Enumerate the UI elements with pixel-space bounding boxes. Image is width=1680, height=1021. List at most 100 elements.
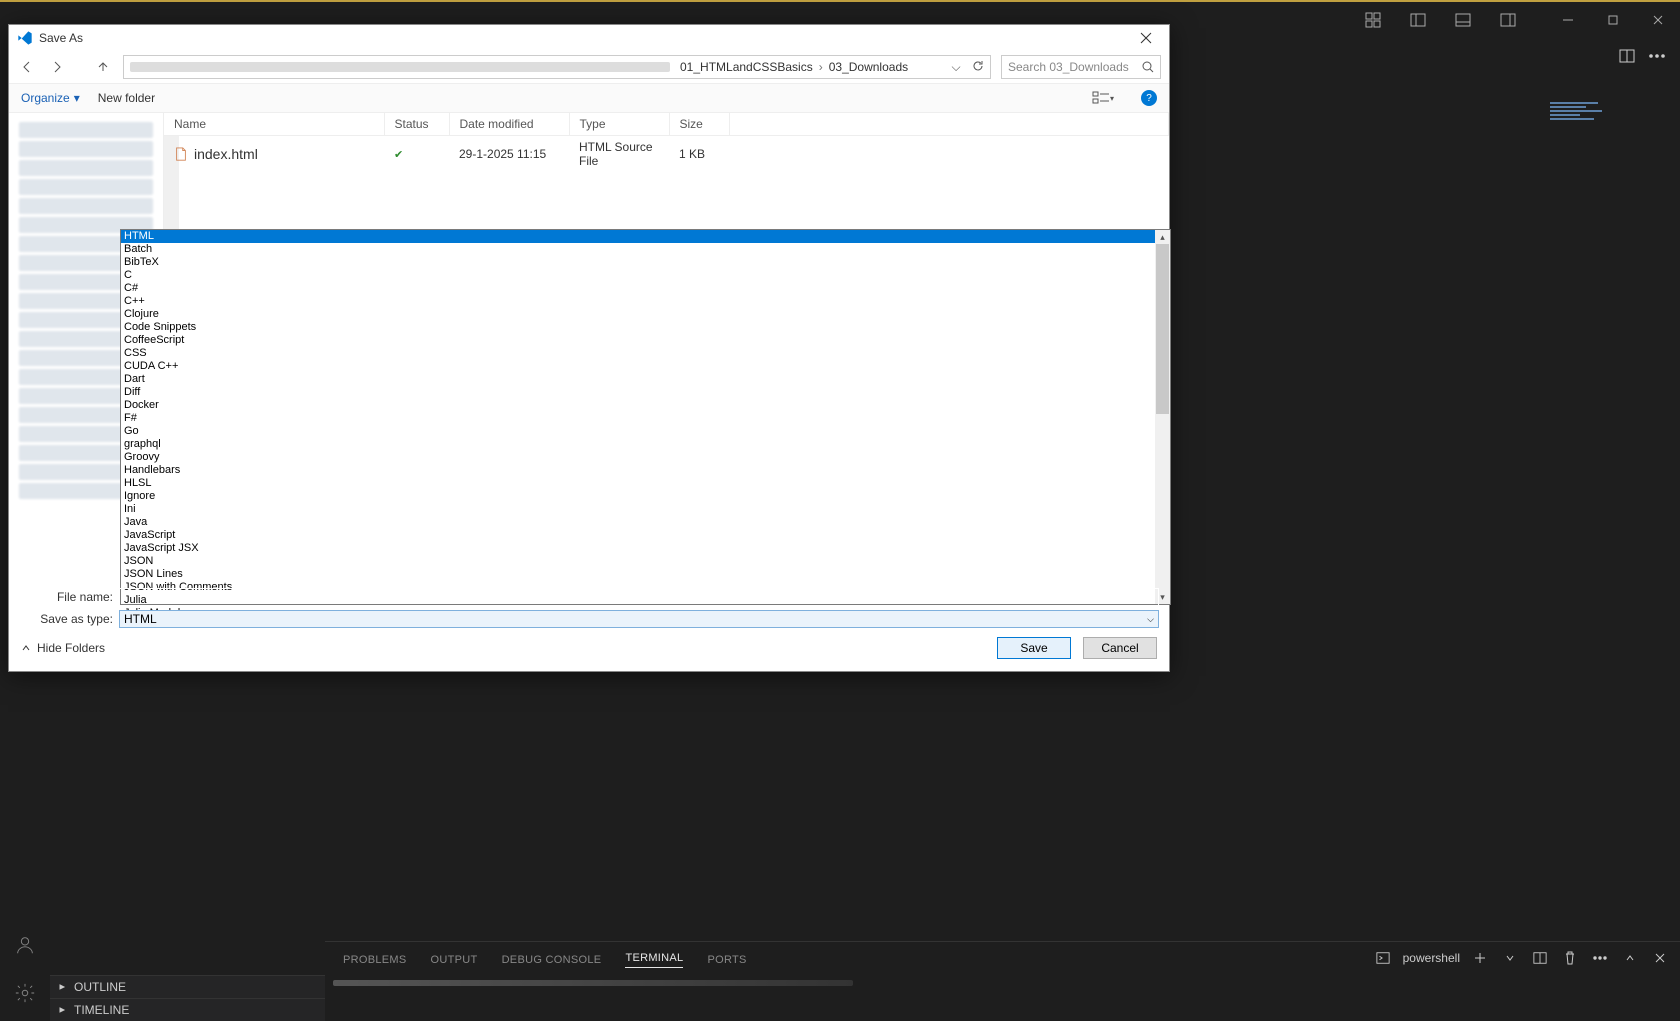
maximize-panel-icon[interactable] xyxy=(1620,948,1640,968)
view-options-icon[interactable]: ▾ xyxy=(1091,88,1115,108)
bottom-panel: PROBLEMS OUTPUT DEBUG CONSOLE TERMINAL P… xyxy=(325,941,1680,1021)
dialog-fields: File name: Save as type: HTML ⌵ xyxy=(9,585,1169,629)
dialog-nav: 01_HTMLandCSSBasics › 03_Downloads ⌵ Sea… xyxy=(9,51,1169,83)
search-placeholder: Search 03_Downloads xyxy=(1008,60,1129,74)
layout-grid-icon[interactable] xyxy=(1350,2,1395,37)
outline-section[interactable]: OUTLINE xyxy=(50,975,325,998)
split-terminal-icon[interactable] xyxy=(1530,948,1550,968)
terminal-dropdown-icon[interactable] xyxy=(1500,948,1520,968)
nav-back-icon[interactable] xyxy=(17,57,37,77)
dropdown-option[interactable]: HLSL xyxy=(121,477,1170,490)
tab-problems[interactable]: PROBLEMS xyxy=(343,954,407,966)
save-as-type-value: HTML xyxy=(124,612,157,626)
dropdown-option[interactable]: F# xyxy=(121,412,1170,425)
refresh-icon[interactable] xyxy=(966,60,990,75)
dialog-close-icon[interactable] xyxy=(1131,28,1161,48)
dropdown-option[interactable]: JSON Lines xyxy=(121,568,1170,581)
more-icon[interactable] xyxy=(1590,948,1610,968)
search-icon xyxy=(1142,61,1154,73)
section-label: TIMELINE xyxy=(74,1003,129,1017)
new-terminal-icon[interactable] xyxy=(1470,948,1490,968)
col-date[interactable]: Date modified xyxy=(449,113,569,136)
organize-button[interactable]: Organize ▾ xyxy=(21,91,80,105)
dropdown-option[interactable]: C++ xyxy=(121,295,1170,308)
dropdown-option[interactable]: C xyxy=(121,269,1170,282)
split-editor-icon[interactable] xyxy=(1616,45,1638,67)
vscode-icon xyxy=(17,30,33,46)
accounts-icon[interactable] xyxy=(0,921,50,969)
dropdown-option[interactable]: CoffeeScript xyxy=(121,334,1170,347)
dropdown-option[interactable]: Java xyxy=(121,516,1170,529)
window-maximize[interactable] xyxy=(1590,2,1635,37)
help-icon[interactable]: ? xyxy=(1141,90,1157,106)
vscode-titlebar xyxy=(1350,2,1680,37)
tab-terminal[interactable]: TERMINAL xyxy=(625,952,683,968)
col-type[interactable]: Type xyxy=(569,113,669,136)
dropdown-option[interactable]: Ignore xyxy=(121,490,1170,503)
dropdown-option[interactable]: CSS xyxy=(121,347,1170,360)
nav-up-icon[interactable] xyxy=(93,57,113,77)
dropdown-option[interactable]: JavaScript JSX xyxy=(121,542,1170,555)
panel-bottom-icon[interactable] xyxy=(1440,2,1485,37)
breadcrumb-item[interactable]: 03_Downloads xyxy=(825,60,912,74)
dropdown-option[interactable]: Docker xyxy=(121,399,1170,412)
timeline-section[interactable]: TIMELINE xyxy=(50,998,325,1021)
search-input[interactable]: Search 03_Downloads xyxy=(1001,55,1161,79)
dropdown-option[interactable]: JavaScript xyxy=(121,529,1170,542)
dropdown-option[interactable]: graphql xyxy=(121,438,1170,451)
dropdown-option[interactable]: Handlebars xyxy=(121,464,1170,477)
file-name-input[interactable] xyxy=(119,588,1159,606)
dropdown-option[interactable]: JSON xyxy=(121,555,1170,568)
addr-dropdown-icon[interactable]: ⌵ xyxy=(946,60,966,75)
save-as-type-select[interactable]: HTML ⌵ xyxy=(119,610,1159,628)
dropdown-option[interactable]: CUDA C++ xyxy=(121,360,1170,373)
dropdown-option[interactable]: Go xyxy=(121,425,1170,438)
window-close[interactable] xyxy=(1635,2,1680,37)
dropdown-option[interactable]: HTML xyxy=(121,230,1170,243)
cancel-button[interactable]: Cancel xyxy=(1083,637,1157,659)
breadcrumb-item[interactable]: 01_HTMLandCSSBasics xyxy=(676,60,817,74)
dropdown-option[interactable]: BibTeX xyxy=(121,256,1170,269)
file-size: 1 KB xyxy=(669,136,729,173)
terminal-toolbar: powershell xyxy=(1373,948,1670,968)
editor-minimap[interactable] xyxy=(1550,100,1610,140)
chevron-down-icon: ▾ xyxy=(74,91,80,105)
organize-label: Organize xyxy=(21,91,70,105)
panel-right-icon[interactable] xyxy=(1485,2,1530,37)
terminal-shell-icon[interactable] xyxy=(1373,948,1393,968)
close-panel-icon[interactable] xyxy=(1650,948,1670,968)
dialog-toolbar: Organize ▾ New folder ▾ ? xyxy=(9,83,1169,113)
sidebar-bottom: OUTLINE TIMELINE xyxy=(50,975,325,1021)
dropdown-option[interactable]: Batch xyxy=(121,243,1170,256)
col-name[interactable]: Name xyxy=(164,113,384,136)
file-date: 29-1-2025 11:15 xyxy=(449,136,569,173)
dropdown-option[interactable]: C# xyxy=(121,282,1170,295)
dropdown-option[interactable]: Clojure xyxy=(121,308,1170,321)
address-bar[interactable]: 01_HTMLandCSSBasics › 03_Downloads ⌵ xyxy=(123,55,991,79)
panel-left-icon[interactable] xyxy=(1395,2,1440,37)
kill-terminal-icon[interactable] xyxy=(1560,948,1580,968)
settings-gear-icon[interactable] xyxy=(0,969,50,1017)
dropdown-option[interactable]: Groovy xyxy=(121,451,1170,464)
dropdown-option[interactable]: Code Snippets xyxy=(121,321,1170,334)
window-minimize[interactable] xyxy=(1545,2,1590,37)
save-button[interactable]: Save xyxy=(997,637,1071,659)
hide-folders-label: Hide Folders xyxy=(37,641,105,655)
table-row[interactable]: index.html ✔ 29-1-2025 11:15 HTML Source… xyxy=(164,136,1169,173)
terminal-shell-label[interactable]: powershell xyxy=(1403,951,1460,965)
tab-output[interactable]: OUTPUT xyxy=(431,954,478,966)
nav-forward-icon[interactable] xyxy=(47,57,67,77)
more-icon[interactable] xyxy=(1646,45,1668,67)
dropdown-option[interactable]: Diff xyxy=(121,386,1170,399)
dropdown-scrollbar[interactable]: ▴▾ xyxy=(1155,230,1170,604)
tab-ports[interactable]: PORTS xyxy=(707,954,746,966)
terminal-body[interactable] xyxy=(333,980,1672,988)
col-size[interactable]: Size xyxy=(669,113,729,136)
dropdown-option[interactable]: Dart xyxy=(121,373,1170,386)
file-type-dropdown-list[interactable]: HTMLBatchBibTeXCC#C++ClojureCode Snippet… xyxy=(120,229,1171,605)
new-folder-button[interactable]: New folder xyxy=(98,91,155,105)
hide-folders-toggle[interactable]: Hide Folders xyxy=(21,641,105,655)
col-status[interactable]: Status xyxy=(384,113,449,136)
dropdown-option[interactable]: Ini xyxy=(121,503,1170,516)
tab-debug-console[interactable]: DEBUG CONSOLE xyxy=(502,954,602,966)
